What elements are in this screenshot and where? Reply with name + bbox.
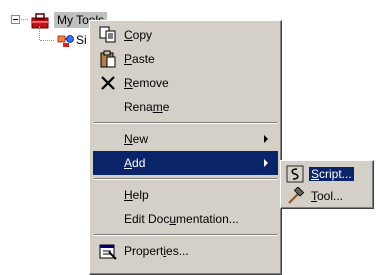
menu-item-label: New [124,132,149,146]
paste-icon [99,50,117,68]
hammer-icon [286,186,305,205]
menu-item-properties[interactable]: Properties... [93,239,278,263]
submenu-arrow-icon [264,159,268,167]
properties-icon [99,242,117,260]
menu-item-paste[interactable]: Paste [93,47,278,71]
model-icon [57,35,74,47]
tree-connector [39,26,40,40]
context-menu: Copy Paste Remove Rename New Add Help Edit Docu… [89,20,282,275]
tree-connector [40,40,54,41]
menu-item-label: Paste [124,52,155,66]
remove-icon [99,74,117,92]
menu-item-new[interactable]: New [93,127,278,151]
menu-item-remove[interactable]: Remove [93,71,278,95]
menu-separator [94,122,277,124]
menu-item-label: Help [124,188,149,202]
submenu-item-tool[interactable]: Tool... [283,185,371,207]
menu-item-label: Properties... [124,244,189,258]
submenu-arrow-icon [264,135,268,143]
menu-item-label: Edit Documentation... [124,212,239,226]
menu-separator [94,178,277,180]
submenu-item-label: Script... [309,167,354,181]
menu-item-copy[interactable]: Copy [93,23,278,47]
script-icon [286,165,304,183]
menu-item-label: Copy [124,28,153,42]
tree-node-child[interactable]: Si [76,32,87,48]
toolbox-icon [31,13,49,29]
menu-item-label: Remove [124,76,169,90]
add-submenu: Script... Tool... [280,160,374,209]
tree-connector [19,19,28,20]
menu-item-label: Add [124,156,146,170]
menu-item-edit-documentation[interactable]: Edit Documentation... [93,207,278,231]
submenu-item-label: Tool... [311,189,344,203]
menu-item-add[interactable]: Add [93,151,278,175]
copy-icon [99,26,117,44]
menu-item-help[interactable]: Help [93,183,278,207]
submenu-item-script[interactable]: Script... [283,163,371,185]
menu-separator [94,234,277,236]
menu-item-rename[interactable]: Rename [93,95,278,119]
menu-item-label: Rename [124,100,170,114]
